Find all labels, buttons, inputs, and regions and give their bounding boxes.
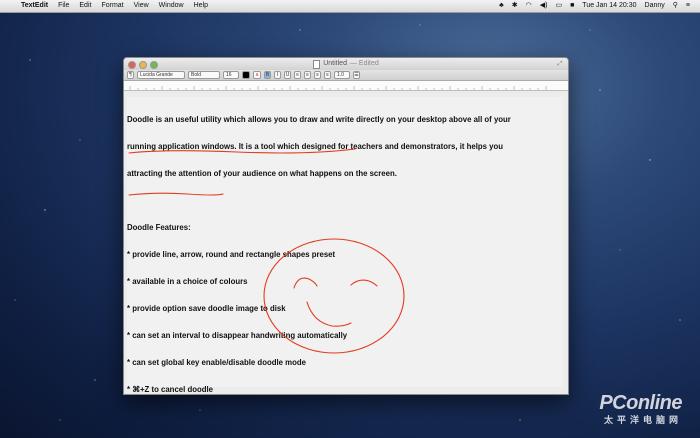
bluetooth-icon[interactable]: ✱ xyxy=(508,0,522,12)
align-center-button[interactable]: ≡ xyxy=(304,71,311,79)
volume-icon[interactable]: ◀) xyxy=(536,0,552,12)
notification-icon[interactable]: ≡ xyxy=(682,0,694,12)
line-spacing-select[interactable]: 1.0 xyxy=(334,71,350,79)
font-style-select[interactable]: Bold xyxy=(188,71,220,79)
fullscreen-icon[interactable]: ⤢ xyxy=(557,61,563,67)
background-color-swatch[interactable]: a xyxy=(253,71,261,79)
list-bullets-button[interactable]: ☰ xyxy=(353,71,360,79)
watermark-brand: PConline xyxy=(599,392,682,414)
menu-format[interactable]: Format xyxy=(96,0,128,12)
watermark: PConline 太平洋电脑网 xyxy=(599,392,682,426)
align-justify-button[interactable]: ≡ xyxy=(324,71,331,79)
doodle-right-eye xyxy=(350,279,378,287)
doodle-underline-1 xyxy=(128,148,356,154)
doodle-smile xyxy=(306,301,352,327)
document-body[interactable]: Doodle is an useful utility which allows… xyxy=(127,97,563,394)
minimize-button[interactable] xyxy=(139,61,147,69)
format-toolbar: ¶ Lucida Grande Bold 16 a B I U ≡ ≡ ≡ ≡ … xyxy=(124,70,568,81)
textedit-window: Untitled — Edited ⤢ ¶ Lucida Grande Bold… xyxy=(123,57,569,395)
document-icon[interactable] xyxy=(313,59,321,69)
menu-help[interactable]: Help xyxy=(189,0,213,12)
ruler[interactable] xyxy=(124,81,568,91)
doodle-face-circle xyxy=(263,238,405,354)
zoom-button[interactable] xyxy=(150,61,158,69)
title-bar[interactable]: Untitled — Edited ⤢ xyxy=(124,58,568,70)
align-right-button[interactable]: ≡ xyxy=(314,71,321,79)
align-left-button[interactable]: ≡ xyxy=(294,71,301,79)
italic-button[interactable]: I xyxy=(274,71,281,79)
font-family-select[interactable]: Lucida Grande xyxy=(137,71,185,79)
menu-file[interactable]: File xyxy=(53,0,74,12)
underline-button[interactable]: U xyxy=(284,71,291,79)
bold-button[interactable]: B xyxy=(264,71,271,79)
menu-edit[interactable]: Edit xyxy=(74,0,96,12)
doodle-overlay xyxy=(128,148,405,354)
paragraph-styles-button[interactable]: ¶ xyxy=(127,71,134,79)
doodle-left-eye xyxy=(293,277,318,289)
menu-app-name[interactable]: TextEdit xyxy=(16,0,53,12)
font-size-field[interactable]: 16 xyxy=(223,71,239,79)
doodle-status-icon[interactable]: ♣ xyxy=(495,0,508,12)
watermark-cn: 太平洋电脑网 xyxy=(603,415,682,425)
menu-window[interactable]: Window xyxy=(154,0,189,12)
spotlight-icon[interactable]: ⚲ xyxy=(669,0,682,12)
battery-icon[interactable]: ▭ xyxy=(551,0,566,12)
window-title: Untitled xyxy=(323,60,347,67)
menu-clock[interactable]: Tue Jan 14 20:30 xyxy=(578,0,640,12)
menu-user[interactable]: Danny xyxy=(641,0,669,12)
wifi-icon[interactable]: ◠ xyxy=(522,0,536,12)
window-title-edited[interactable]: — Edited xyxy=(350,58,379,70)
input-flag-icon[interactable]: ■ xyxy=(566,0,578,12)
menu-bar: TextEdit File Edit Format View Window He… xyxy=(0,0,700,13)
close-button[interactable] xyxy=(128,61,136,69)
text-color-swatch[interactable] xyxy=(242,71,250,79)
doodle-underline-2 xyxy=(128,192,224,196)
menu-view[interactable]: View xyxy=(129,0,154,12)
ruler-ticks xyxy=(129,86,547,90)
